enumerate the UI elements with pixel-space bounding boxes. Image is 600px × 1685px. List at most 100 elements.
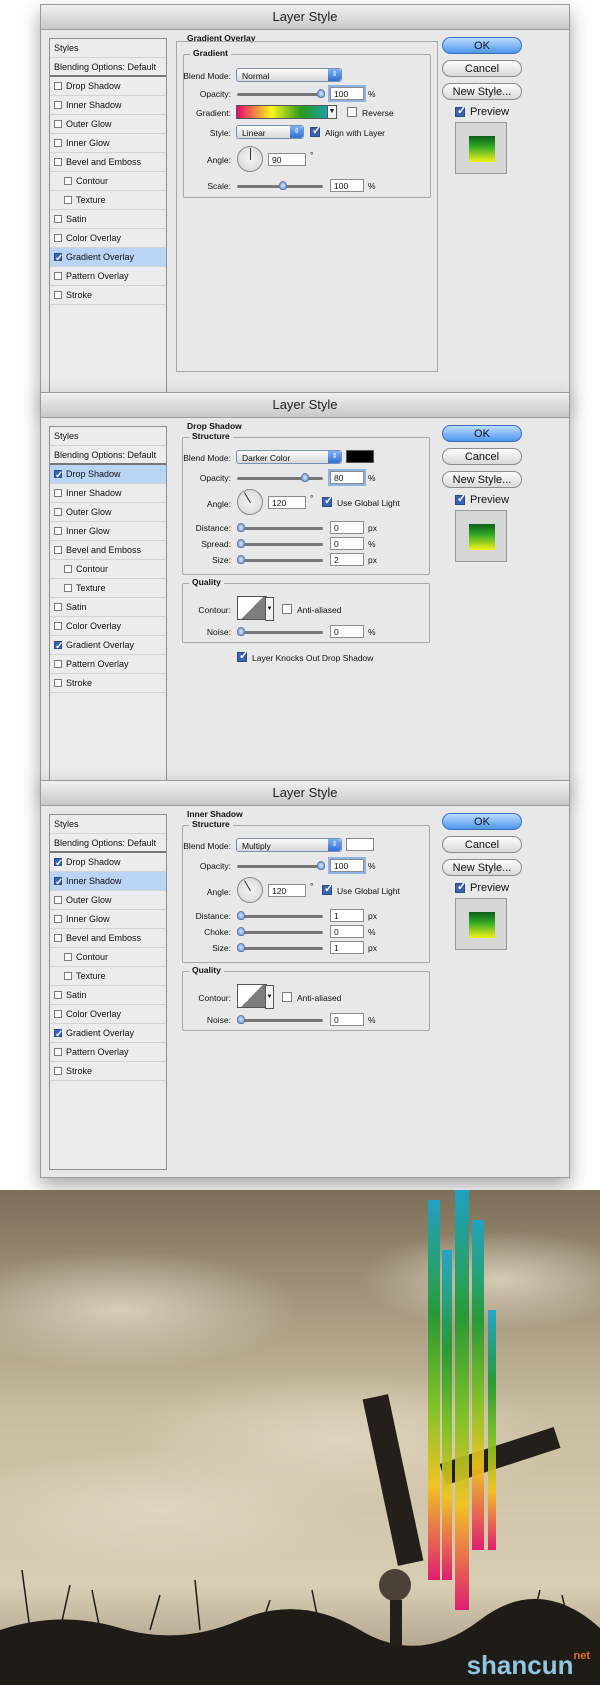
styles-item-contour[interactable]: Contour — [50, 560, 166, 579]
shadow-color-swatch[interactable] — [346, 450, 374, 463]
noise-input[interactable]: 0 — [330, 625, 364, 638]
styles-item-pattern-overlay[interactable]: Pattern Overlay — [50, 1043, 166, 1062]
noise-slider-knob[interactable] — [237, 1015, 245, 1024]
styles-item-texture[interactable]: Texture — [50, 579, 166, 598]
outer-glow-checkbox[interactable] — [54, 896, 62, 904]
new-style-button[interactable]: New Style... — [442, 471, 522, 488]
inner-shadow-checkbox[interactable] — [54, 101, 62, 109]
distance-slider[interactable] — [237, 911, 323, 920]
size-input[interactable]: 1 — [330, 941, 364, 954]
styles-item-drop-shadow[interactable]: Drop Shadow — [50, 853, 166, 873]
stroke-checkbox[interactable] — [54, 679, 62, 687]
noise-slider[interactable] — [237, 1015, 323, 1024]
distance-slider[interactable] — [237, 523, 323, 532]
gradient-picker[interactable]: ▼ — [236, 105, 337, 119]
align-with-layer-checkbox[interactable] — [310, 124, 321, 137]
satin-checkbox[interactable] — [54, 991, 62, 999]
satin-checkbox[interactable] — [54, 603, 62, 611]
styles-item-color-overlay[interactable]: Color Overlay — [50, 617, 166, 636]
size-input[interactable]: 2 — [330, 553, 364, 566]
styles-item-satin[interactable]: Satin — [50, 986, 166, 1005]
preview-checkbox[interactable] — [455, 880, 466, 893]
blending-options[interactable]: Blending Options: Default — [50, 58, 166, 77]
styles-header[interactable]: Styles — [50, 39, 166, 58]
texture-checkbox[interactable] — [64, 196, 72, 204]
shadow-color-swatch[interactable] — [346, 838, 374, 851]
new-style-button[interactable]: New Style... — [442, 83, 522, 100]
gradient-overlay-checkbox[interactable] — [54, 637, 63, 656]
cancel-button[interactable]: Cancel — [442, 60, 522, 77]
pattern-overlay-checkbox[interactable] — [54, 660, 62, 668]
distance-slider-knob[interactable] — [237, 523, 245, 532]
choke-slider[interactable] — [237, 927, 323, 936]
style-select[interactable]: Linear ⇕ — [236, 125, 304, 139]
color-overlay-checkbox[interactable] — [54, 622, 62, 630]
styles-header[interactable]: Styles — [50, 815, 166, 834]
styles-item-outer-glow[interactable]: Outer Glow — [50, 503, 166, 522]
styles-item-outer-glow[interactable]: Outer Glow — [50, 115, 166, 134]
opacity-slider[interactable] — [237, 861, 325, 870]
outer-glow-checkbox[interactable] — [54, 120, 62, 128]
contour-checkbox[interactable] — [64, 953, 72, 961]
blending-options[interactable]: Blending Options: Default — [50, 834, 166, 853]
scale-slider[interactable] — [237, 181, 323, 190]
angle-input[interactable]: 90 — [268, 153, 306, 166]
outer-glow-checkbox[interactable] — [54, 508, 62, 516]
inner-glow-checkbox[interactable] — [54, 915, 62, 923]
color-overlay-checkbox[interactable] — [54, 234, 62, 242]
stroke-checkbox[interactable] — [54, 1067, 62, 1075]
styles-item-drop-shadow[interactable]: Drop Shadow — [50, 465, 166, 485]
styles-item-color-overlay[interactable]: Color Overlay — [50, 1005, 166, 1024]
color-overlay-checkbox[interactable] — [54, 1010, 62, 1018]
layer-knocks-out-checkbox[interactable] — [237, 649, 248, 662]
gradient-overlay-checkbox[interactable] — [54, 249, 63, 268]
spread-input[interactable]: 0 — [330, 537, 364, 550]
styles-header[interactable]: Styles — [50, 427, 166, 446]
ok-button[interactable]: OK — [442, 425, 522, 442]
opacity-slider-knob[interactable] — [317, 89, 325, 98]
opacity-input[interactable]: 80 — [330, 471, 364, 484]
angle-dial[interactable] — [237, 146, 263, 172]
styles-item-gradient-overlay[interactable]: Gradient Overlay — [50, 248, 166, 268]
anti-aliased-checkbox[interactable] — [282, 992, 292, 1002]
styles-item-inner-glow[interactable]: Inner Glow — [50, 134, 166, 153]
opacity-slider[interactable] — [237, 473, 323, 482]
chevron-down-icon[interactable]: ▼ — [265, 985, 274, 1009]
styles-item-contour[interactable]: Contour — [50, 172, 166, 191]
contour-picker[interactable]: ▼ — [237, 984, 274, 1009]
ok-button[interactable]: OK — [442, 37, 522, 54]
choke-input[interactable]: 0 — [330, 925, 364, 938]
use-global-light-checkbox[interactable] — [322, 494, 333, 507]
blend-mode-select[interactable]: Darker Color ⇕ — [236, 450, 342, 464]
contour-picker[interactable]: ▼ — [237, 596, 274, 621]
new-style-button[interactable]: New Style... — [442, 859, 522, 876]
cancel-button[interactable]: Cancel — [442, 836, 522, 853]
styles-item-gradient-overlay[interactable]: Gradient Overlay — [50, 636, 166, 656]
inner-glow-checkbox[interactable] — [54, 527, 62, 535]
noise-slider[interactable] — [237, 627, 323, 636]
styles-item-stroke[interactable]: Stroke — [50, 674, 166, 693]
inner-shadow-checkbox[interactable] — [54, 873, 63, 892]
drop-shadow-checkbox[interactable] — [54, 854, 63, 873]
size-slider[interactable] — [237, 943, 323, 952]
size-slider-knob[interactable] — [237, 943, 245, 952]
bevel-emboss-checkbox[interactable] — [54, 158, 62, 166]
spread-slider-knob[interactable] — [237, 539, 245, 548]
blending-options[interactable]: Blending Options: Default — [50, 446, 166, 465]
pattern-overlay-checkbox[interactable] — [54, 1048, 62, 1056]
opacity-slider-knob[interactable] — [301, 473, 309, 482]
styles-item-texture[interactable]: Texture — [50, 967, 166, 986]
bevel-emboss-checkbox[interactable] — [54, 934, 62, 942]
noise-input[interactable]: 0 — [330, 1013, 364, 1026]
styles-item-outer-glow[interactable]: Outer Glow — [50, 891, 166, 910]
styles-item-pattern-overlay[interactable]: Pattern Overlay — [50, 267, 166, 286]
reverse-checkbox[interactable] — [347, 107, 357, 117]
opacity-input[interactable]: 100 — [330, 87, 364, 100]
preview-checkbox[interactable] — [455, 492, 466, 505]
noise-slider-knob[interactable] — [237, 627, 245, 636]
spread-slider[interactable] — [237, 539, 323, 548]
styles-item-stroke[interactable]: Stroke — [50, 1062, 166, 1081]
styles-item-inner-shadow[interactable]: Inner Shadow — [50, 484, 166, 503]
drop-shadow-checkbox[interactable] — [54, 82, 62, 90]
pattern-overlay-checkbox[interactable] — [54, 272, 62, 280]
